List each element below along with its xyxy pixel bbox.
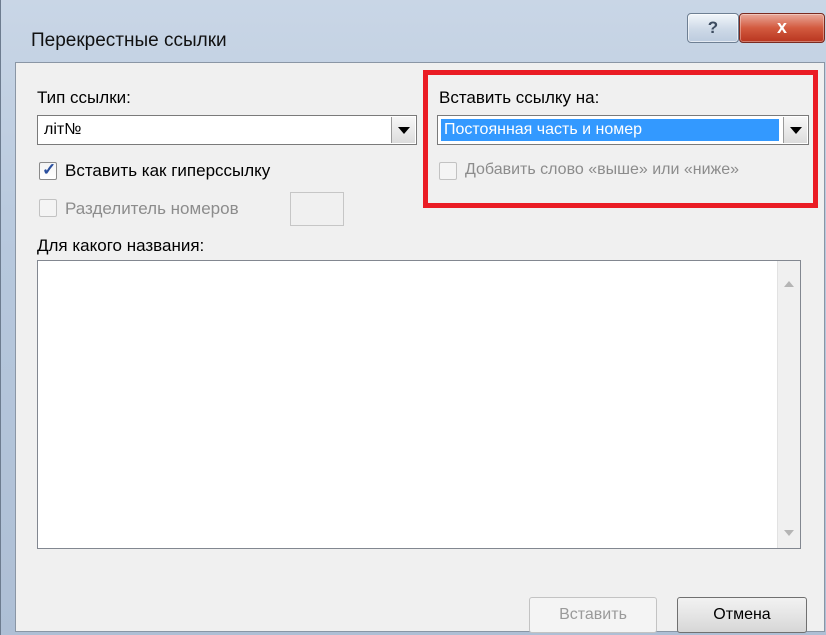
insert-ref-to-select[interactable]: Постоянная часть и номер bbox=[437, 115, 809, 145]
above-below-label: Добавить слово «выше» или «ниже» bbox=[465, 161, 740, 178]
title-bar[interactable]: Перекрестные ссылки ? x bbox=[1, 0, 826, 60]
ref-type-dropdown-button[interactable] bbox=[391, 117, 415, 143]
dialog-window: Перекрестные ссылки ? x Тип ссылки: літ№… bbox=[0, 0, 826, 635]
caption-list[interactable] bbox=[37, 260, 801, 549]
close-button[interactable]: x bbox=[739, 13, 825, 43]
insert-ref-to-value: Постоянная часть и номер bbox=[444, 121, 643, 138]
ref-type-select[interactable]: літ№ bbox=[37, 115, 417, 145]
above-below-checkbox[interactable] bbox=[439, 162, 457, 180]
insert-button[interactable]: Вставить bbox=[529, 597, 657, 633]
scroll-up-icon[interactable] bbox=[784, 281, 794, 287]
insert-hyperlink-checkbox[interactable]: ✓ bbox=[39, 160, 57, 180]
caption-list-label: Для какого названия: bbox=[37, 236, 205, 255]
insert-hyperlink-label: Вставить как гиперссылку bbox=[65, 161, 271, 180]
separator-label: Разделитель номеров bbox=[65, 199, 239, 218]
cancel-button[interactable]: Отмена bbox=[677, 597, 807, 633]
separator-checkbox[interactable] bbox=[39, 199, 57, 217]
insert-ref-to-dropdown-button[interactable] bbox=[783, 117, 807, 143]
caption-list-scrollbar[interactable] bbox=[777, 261, 800, 548]
dialog-title: Перекрестные ссылки bbox=[31, 30, 227, 51]
insert-ref-to-selection: Постоянная часть и номер bbox=[441, 119, 779, 141]
scroll-down-icon[interactable] bbox=[784, 530, 794, 536]
insert-ref-to-label: Вставить ссылку на: bbox=[439, 88, 600, 107]
ref-type-value: літ№ bbox=[44, 121, 82, 138]
help-button[interactable]: ? bbox=[687, 13, 739, 43]
checkmark-icon: ✓ bbox=[42, 160, 57, 179]
chevron-down-icon bbox=[398, 127, 410, 134]
close-icon: x bbox=[776, 17, 787, 37]
separator-input[interactable] bbox=[290, 192, 344, 226]
question-mark-icon: ? bbox=[707, 18, 719, 37]
chevron-down-icon bbox=[790, 127, 802, 134]
ref-type-label: Тип ссылки: bbox=[37, 88, 131, 107]
